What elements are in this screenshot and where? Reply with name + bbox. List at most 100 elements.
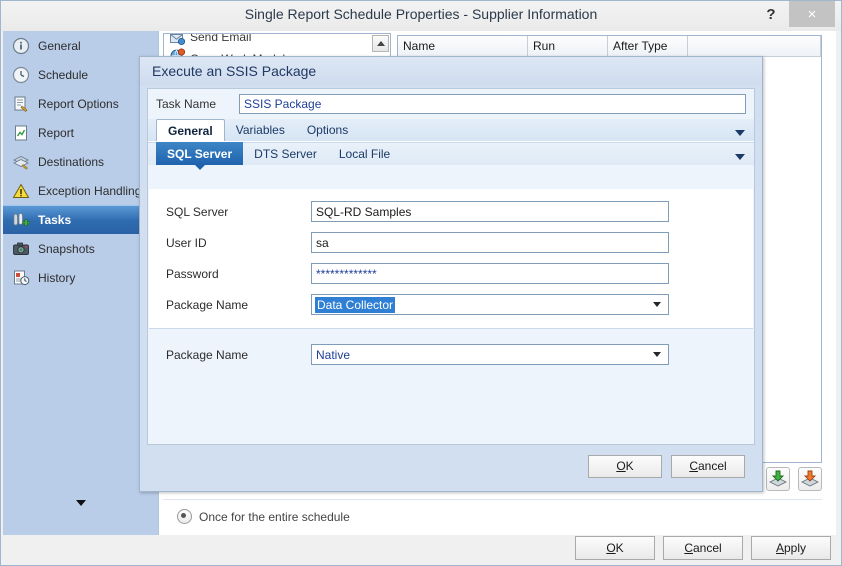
dialog-ok-button[interactable]: OK [588,454,662,478]
dialog-cancel-label: ancel [697,459,727,473]
apply-button[interactable]: Apply [751,536,831,560]
package-type-combo[interactable]: Native [311,344,669,365]
ok-label: K [615,541,624,555]
dialog-body: Task Name SSIS Package General Variables… [147,88,755,445]
tab-options[interactable]: Options [296,119,359,141]
apply-mnemonic: A [775,541,784,555]
send-email-icon [170,34,185,46]
sidebar-item-label: General [38,38,81,53]
package-name-combo[interactable]: Data Collector [311,294,669,315]
column-header-blank[interactable] [688,36,821,56]
radio-label: Once for the entire schedule [199,509,350,524]
import-button[interactable] [766,467,790,491]
sidebar-item-destinations[interactable]: Destinations [3,147,158,176]
sidebar-item-label: Schedule [38,67,89,82]
column-header-name[interactable]: Name [398,36,528,56]
ok-mnemonic: O [606,541,616,555]
dialog-ok-mnemonic: O [616,459,626,473]
help-button[interactable]: ? [754,1,788,27]
main-window: Single Report Schedule Properties - Supp… [0,0,842,566]
ok-button[interactable]: OK [575,536,655,560]
chevron-down-icon [653,351,661,357]
column-header-after-type[interactable]: After Type [608,36,688,56]
tasks-icon [12,211,30,229]
sidebar-item-report[interactable]: Report [3,118,158,147]
package-type-label: Package Name [166,347,249,362]
tab-local-file[interactable]: Local File [328,142,401,165]
sidebar-item-label: Snapshots [38,241,95,256]
page-title: Single Report Schedule Properties - Supp… [244,6,598,22]
field-row-sql-server: SQL Server SQL-RD Samples [149,196,753,227]
sidebar-item-general[interactable]: General [3,31,158,60]
field-row-package-name: Package Name Data Collector [149,289,753,320]
field-row-package-type: Package Name Native [149,339,753,370]
sql-server-input[interactable]: SQL-RD Samples [311,201,669,222]
sidebar-item-label: Tasks [38,212,72,227]
dialog-title: Execute an SSIS Package [140,57,762,85]
report-icon [12,124,30,142]
chevron-down-icon[interactable] [735,154,745,160]
list-item-label: Send Email [190,33,252,44]
sidebar-item-history[interactable]: History [3,263,158,292]
apply-label: pply [784,541,807,555]
sidebar-item-schedule[interactable]: Schedule [3,60,158,89]
scroll-up-icon[interactable] [372,35,389,52]
sidebar-item-label: Report [38,125,75,140]
tab-dts-server[interactable]: DTS Server [243,142,328,165]
chevron-down-icon[interactable] [735,130,745,136]
sidebar-item-label: Exception Handling [38,183,142,198]
dialog-footer: OK Cancel [147,448,755,484]
tab-variables[interactable]: Variables [225,119,296,141]
cancel-mnemonic: C [684,541,693,555]
primary-tabs: General Variables Options [148,119,754,142]
task-name-label: Task Name [156,97,217,111]
document-gear-icon [12,95,30,113]
sql-server-panel: SQL Server SQL-RD Samples User ID sa Pas… [149,189,753,329]
package-name-label: Package Name [166,297,249,312]
sql-server-label: SQL Server [166,204,229,219]
schedule-scope-bar: Once for the entire schedule [163,499,822,533]
package-type-panel: Package Name Native [149,330,753,443]
sidebar-item-exception-handling[interactable]: Exception Handling [3,176,158,205]
user-id-label: User ID [166,235,207,250]
sidebar-item-report-options[interactable]: Report Options [3,89,158,118]
radio-once-entire-schedule[interactable] [177,509,192,524]
close-icon[interactable]: × [789,1,835,27]
sidebar-item-label: History [38,270,76,285]
package-name-value: Data Collector [315,296,396,313]
tasks-grid-header: Name Run After Type [398,36,821,57]
tab-sql-server[interactable]: SQL Server [156,142,244,170]
camera-icon [12,240,30,258]
export-button[interactable] [798,467,822,491]
cancel-button[interactable]: Cancel [663,536,743,560]
task-name-input[interactable]: SSIS Package [239,94,746,114]
chevron-down-icon [653,301,661,307]
field-row-password: Password ************* [149,258,753,289]
window-footer: OK Cancel Apply [3,533,839,563]
warning-icon [12,182,30,200]
grid-tool-buttons [760,464,822,494]
destinations-icon [12,153,30,171]
sidebar-item-snapshots[interactable]: Snapshots [3,234,158,263]
task-name-row: Task Name SSIS Package [148,89,754,119]
ssis-package-dialog: Execute an SSIS Package Task Name SSIS P… [139,56,763,492]
field-row-user-id: User ID sa [149,227,753,258]
tab-general[interactable]: General [156,119,225,141]
sidebar-item-tasks[interactable]: Tasks [3,205,158,234]
sidebar: General Schedule Report Options Report D… [3,31,159,535]
clock-icon [12,66,30,84]
column-header-run[interactable]: Run [528,36,608,56]
window-titlebar: Single Report Schedule Properties - Supp… [1,1,841,31]
secondary-tabs: SQL Server DTS Server Local File [148,142,754,170]
user-id-input[interactable]: sa [311,232,669,253]
chevron-down-icon [75,500,86,506]
dialog-cancel-button[interactable]: Cancel [671,454,745,478]
history-icon [12,269,30,287]
dialog-ok-label: K [625,459,634,473]
sidebar-item-label: Report Options [38,96,119,111]
cancel-label: ancel [692,541,722,555]
list-item[interactable]: Send Email [164,33,390,46]
password-input[interactable]: ************* [311,263,669,284]
sidebar-scroll-down-button[interactable] [3,493,158,513]
dialog-cancel-mnemonic: C [689,459,698,473]
